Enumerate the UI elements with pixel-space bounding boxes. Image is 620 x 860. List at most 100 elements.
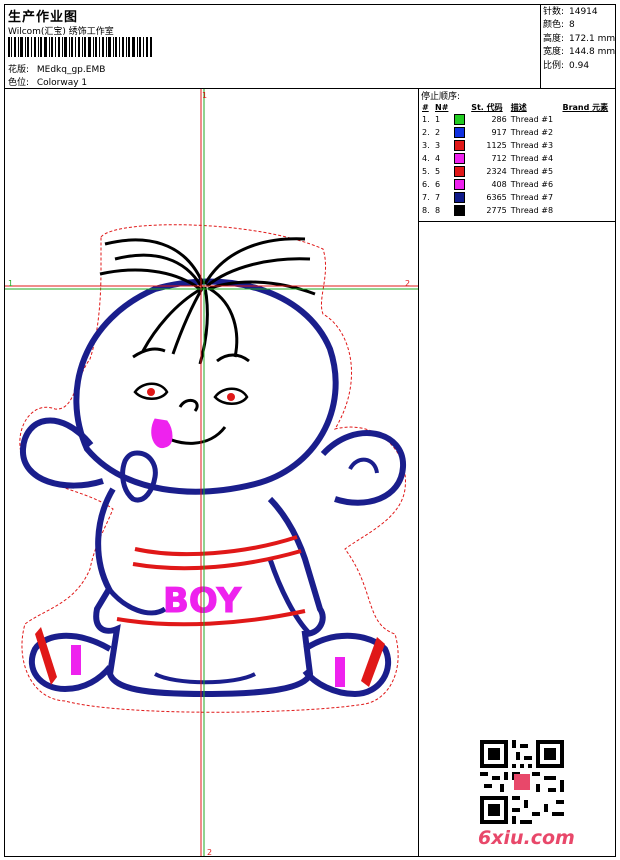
right-ear	[320, 430, 407, 506]
thread-number: 7	[435, 193, 441, 202]
color-swatch	[454, 179, 466, 190]
stat-height: 高度: 172.1 mm	[543, 33, 615, 46]
thread-number: 4	[435, 154, 441, 163]
thread-index: 1.	[422, 115, 430, 124]
embroidery-design: BOY 1 2 1 2	[5, 89, 418, 856]
stat-value: 14914	[569, 7, 598, 17]
design-stats: 针数: 14914 颜色: 8 高度: 172.1 mm 宽度: 144.8 mm 比例…	[543, 6, 615, 73]
thread-swatch	[452, 113, 469, 126]
col-header: N#	[435, 102, 449, 112]
thread-index: 3.	[422, 141, 430, 150]
thread-index: 6.	[422, 180, 430, 189]
thread-description: Thread #6	[510, 180, 554, 189]
thread-swatch	[452, 165, 469, 178]
stat-label: 针数:	[543, 7, 565, 17]
thread-row: 3. 3 1125 Thread #3	[420, 139, 616, 152]
stat-value: 172.1 mm	[569, 33, 616, 44]
thread-row: 7. 7 6365 Thread #7	[420, 191, 616, 204]
thread-stitches: 6365	[486, 193, 507, 202]
color-swatch	[454, 166, 466, 177]
col-header-element: 元素	[592, 102, 609, 112]
color-swatch	[454, 140, 466, 151]
col-header-code: 代码	[486, 102, 503, 112]
thread-description: Thread #5	[510, 167, 554, 176]
left-eyebrow	[132, 347, 166, 359]
thread-row: 4. 4 712 Thread #4	[420, 152, 616, 165]
col-header-brand: Brand	[562, 102, 590, 112]
thread-row: 8. 8 2775 Thread #8	[420, 204, 616, 217]
axis-mark: 2	[405, 279, 410, 288]
col-header: #	[422, 102, 429, 112]
thread-row: 2. 2 917 Thread #2	[420, 126, 616, 139]
thread-stitches: 408	[491, 180, 507, 189]
thread-table-header: # N# St. 代码 描述 Brand 元素	[420, 101, 616, 113]
thread-brand	[560, 126, 616, 139]
col-header	[452, 101, 469, 113]
design-file-value: MEdkq_gp.EMB	[36, 65, 106, 75]
thread-row: 1. 1 286 Thread #1	[420, 113, 616, 126]
colorway-value: Colorway 1	[36, 78, 88, 88]
right-ear-inner	[348, 457, 379, 474]
stat-label: 颜色:	[543, 20, 565, 31]
thread-number: 6	[435, 180, 441, 189]
thread-description: Thread #4	[510, 154, 554, 163]
thread-index: 8.	[422, 206, 430, 215]
divider	[540, 4, 541, 88]
thread-stitches: 1125	[486, 141, 507, 150]
thread-stitches: 917	[491, 128, 507, 137]
stat-value: 144.8 mm	[569, 47, 616, 58]
thread-number: 2	[435, 128, 441, 137]
thread-stitches: 2324	[486, 167, 507, 176]
design-file-row: 花版: MEdkq_gp.EMB	[8, 62, 105, 75]
thread-stitches: 2775	[486, 206, 507, 215]
stat-stitches: 针数: 14914	[543, 6, 615, 19]
stat-value: 8	[569, 20, 575, 31]
left-sock	[71, 645, 81, 675]
stat-label: 高度:	[543, 33, 565, 44]
thread-brand	[560, 152, 616, 165]
col-header: 描述	[510, 102, 527, 112]
qr-code	[480, 740, 564, 824]
site-logo: 6xiu.com	[478, 827, 575, 849]
thread-description: Thread #3	[510, 141, 554, 150]
col-header: Brand 元素	[560, 101, 616, 113]
thread-number: 8	[435, 206, 441, 215]
thread-description: Thread #2	[510, 128, 554, 137]
right-eyebrow	[216, 353, 250, 363]
color-swatch	[454, 114, 466, 125]
thread-swatch	[452, 204, 469, 217]
thread-number: 1	[435, 115, 441, 124]
company-name: Wilcom(汇宝) 绣饰工作室	[8, 27, 114, 37]
page-title: 生产作业图	[8, 10, 79, 25]
thread-brand	[560, 139, 616, 152]
thread-swatch	[452, 126, 469, 139]
col-header-st: St.	[471, 102, 484, 112]
tongue	[151, 418, 173, 449]
stat-label: 宽度:	[543, 47, 565, 58]
right-arm	[267, 558, 312, 636]
thread-swatch	[452, 191, 469, 204]
stat-value: 0.94	[569, 60, 590, 71]
thread-brand	[560, 178, 616, 191]
thread-row: 5. 5 2324 Thread #5	[420, 165, 616, 178]
thread-stitches: 286	[491, 115, 507, 124]
axis-mark: 1	[202, 91, 207, 100]
pants-fold	[154, 672, 256, 685]
stat-colors: 颜色: 8	[543, 19, 615, 32]
design-file-label: 花版:	[8, 65, 30, 75]
thread-description: Thread #8	[510, 206, 554, 215]
right-pupil	[227, 393, 235, 401]
thread-brand	[560, 204, 616, 217]
colorway-label: 色位:	[8, 78, 30, 88]
thread-description: Thread #1	[510, 115, 554, 124]
color-swatch	[454, 192, 466, 203]
thread-brand	[560, 191, 616, 204]
left-pupil	[147, 388, 155, 396]
thread-row: 6. 6 408 Thread #6	[420, 178, 616, 191]
nose	[178, 398, 199, 412]
thread-stitches: 712	[491, 154, 507, 163]
thread-swatch	[452, 139, 469, 152]
col-header: St. 代码	[469, 101, 509, 113]
thread-index: 7.	[422, 193, 430, 202]
divider	[418, 88, 419, 856]
